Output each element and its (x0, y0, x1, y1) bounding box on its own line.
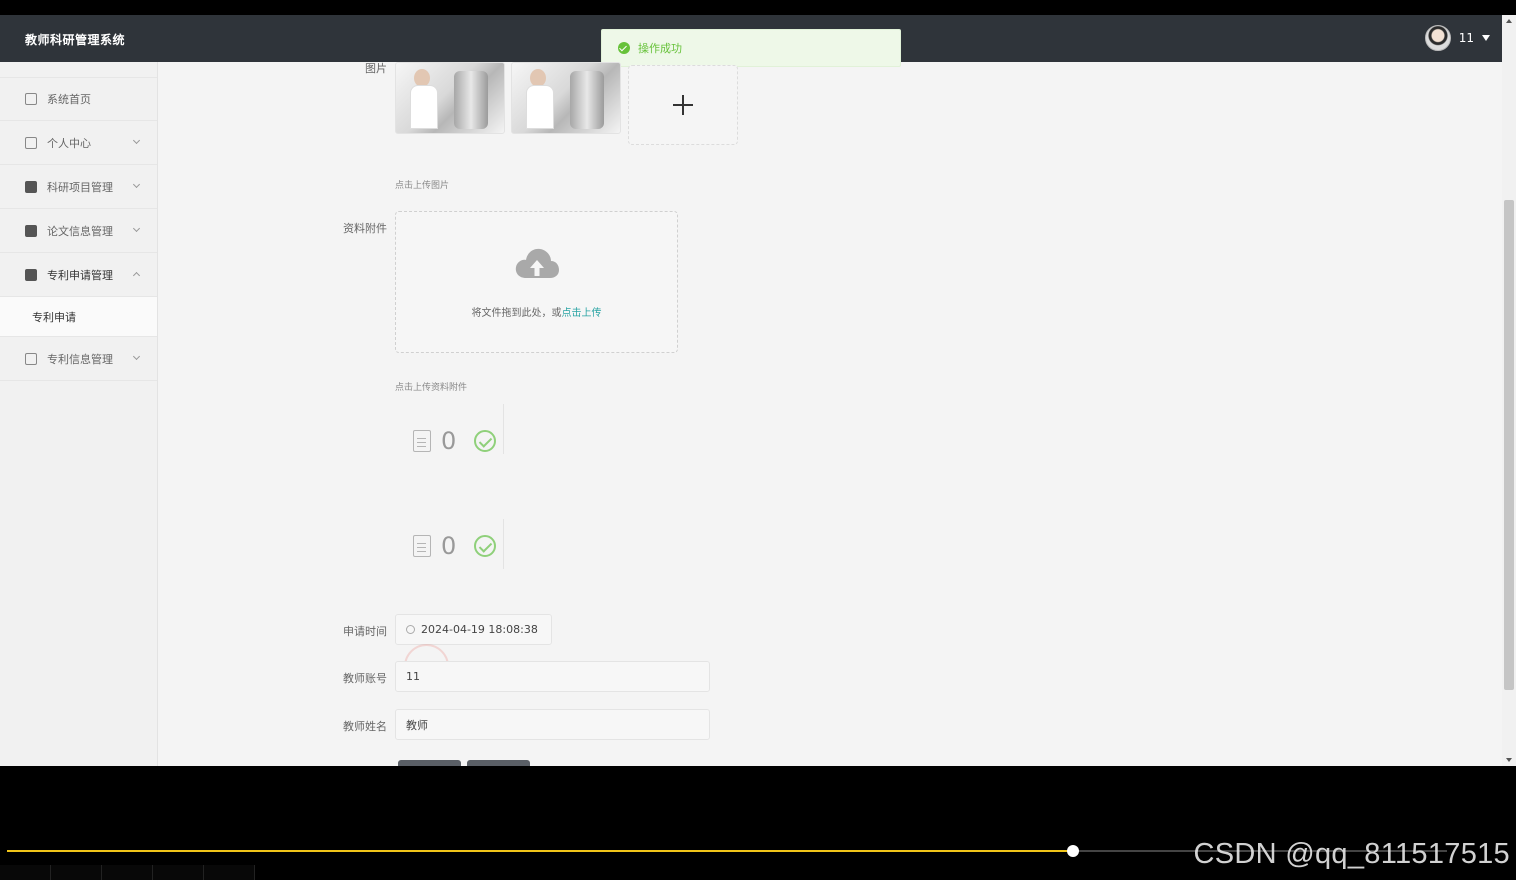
scroll-up-icon[interactable] (1506, 19, 1512, 23)
attachment-label: 资料附件 (343, 222, 387, 235)
success-check-icon (618, 42, 630, 54)
scroll-down-icon[interactable] (1506, 758, 1512, 762)
toast-message: 操作成功 (638, 42, 682, 55)
sidebar-item-research-projects[interactable]: 科研项目管理 (0, 165, 157, 209)
submit-button[interactable] (398, 760, 461, 766)
apply-time-value: 2024-04-19 18:08:38 (421, 623, 538, 636)
teacher-account-label: 教师账号 (343, 672, 387, 685)
page-scrollbar[interactable] (1502, 15, 1516, 766)
chevron-down-icon (132, 136, 141, 145)
player-control[interactable] (0, 865, 51, 880)
sidebar-subitem-label: 专利申请 (32, 310, 76, 324)
caret-down-icon[interactable] (1482, 35, 1490, 41)
chevron-down-icon (132, 352, 141, 361)
clock-icon (406, 625, 415, 634)
user-menu[interactable]: 11 (1424, 25, 1490, 51)
progress-knob[interactable] (1066, 845, 1079, 857)
machine-graphic (454, 71, 488, 129)
chevron-down-icon (132, 180, 141, 189)
sidebar-item-papers[interactable]: 论文信息管理 (0, 209, 157, 253)
sidebar-item-patent-applications[interactable]: 专利申请管理 (0, 253, 157, 297)
grid-icon (25, 224, 37, 237)
upload-text: 将文件拖到此处，或 (471, 308, 562, 319)
teacher-name-label: 教师姓名 (343, 720, 387, 733)
document-icon (413, 535, 431, 557)
sidebar-item-label: 专利申请管理 (47, 268, 113, 282)
divider (503, 404, 504, 454)
attachment-upload-hint: 点击上传资料附件 (395, 383, 468, 393)
card-icon (25, 136, 37, 149)
sidebar-item-profile[interactable]: 个人中心 (0, 121, 157, 165)
person-graphic (410, 85, 438, 129)
sidebar-item-patent-info[interactable]: 专利信息管理 (0, 337, 157, 381)
success-circle-icon (474, 430, 497, 452)
progress-fill (7, 850, 1073, 852)
player-control[interactable] (204, 865, 255, 880)
add-image-button[interactable] (628, 65, 738, 145)
file-count: 0 (441, 427, 457, 455)
document-icon (413, 430, 431, 452)
click-upload-link[interactable]: 点击上传 (562, 308, 602, 319)
teacher-name-field[interactable]: 教师 (395, 709, 710, 740)
chevron-down-icon (132, 224, 141, 233)
apply-time-picker[interactable]: 2024-04-19 18:08:38 (395, 614, 552, 645)
app-title: 教师科研管理系统 (25, 33, 126, 47)
scrollbar-thumb[interactable] (1504, 200, 1514, 690)
clipboard-icon (25, 180, 37, 193)
image-thumbnail[interactable] (395, 62, 505, 134)
image-label: 图片 (365, 62, 387, 75)
player-control[interactable] (153, 865, 204, 880)
sidebar-item-label: 科研项目管理 (47, 180, 113, 194)
app-window: 教师科研管理系统 11 操作成功 系统首页 个人中心 科研项目管理 论文信息管理 (0, 15, 1502, 766)
player-control[interactable] (51, 865, 102, 880)
home-icon (25, 93, 37, 105)
teacher-account-value: 11 (406, 670, 420, 683)
file-item[interactable]: 0 (413, 532, 497, 560)
divider (503, 519, 504, 569)
cancel-button[interactable] (467, 760, 530, 766)
file-count: 0 (441, 532, 457, 560)
list-icon (25, 352, 37, 365)
image-upload-hint: 点击上传图片 (395, 181, 450, 191)
player-control[interactable] (102, 865, 153, 880)
teacher-name-value: 教师 (406, 718, 428, 732)
attachment-dropzone[interactable]: 将文件拖到此处，或点击上传 (395, 211, 678, 353)
sidebar-item-label: 论文信息管理 (47, 224, 113, 238)
teacher-account-field[interactable]: 11 (395, 661, 710, 692)
grid-icon (25, 268, 37, 281)
watermark: CSDN @qq_811517515 (1193, 838, 1510, 870)
file-item[interactable]: 0 (413, 427, 497, 455)
sidebar-item-home[interactable]: 系统首页 (0, 77, 157, 121)
chevron-up-icon (132, 271, 141, 280)
username[interactable]: 11 (1459, 31, 1474, 45)
upload-instructions: 将文件拖到此处，或点击上传 (396, 304, 677, 319)
cloud-upload-icon (515, 248, 559, 278)
sidebar: 系统首页 个人中心 科研项目管理 论文信息管理 专利申请管理 专利申请 专利信息… (0, 62, 158, 766)
image-thumbnail[interactable] (511, 62, 621, 134)
avatar[interactable] (1424, 25, 1451, 51)
player-controls (0, 865, 255, 880)
main-content: 图片 点击上传图片 资料附件 将文件拖到此处，或点击上传 点击上传资料附件 0 … (159, 62, 1502, 766)
sidebar-item-label: 个人中心 (47, 136, 91, 150)
sidebar-subitem-patent-apply[interactable]: 专利申请 (0, 297, 157, 337)
apply-time-label: 申请时间 (343, 625, 387, 638)
video-player-bar: CSDN @qq_811517515 (0, 838, 1516, 880)
sidebar-item-label: 专利信息管理 (47, 352, 113, 366)
machine-graphic (570, 71, 604, 129)
sidebar-item-label: 系统首页 (47, 93, 91, 106)
success-circle-icon (474, 535, 497, 557)
person-graphic (526, 85, 554, 129)
